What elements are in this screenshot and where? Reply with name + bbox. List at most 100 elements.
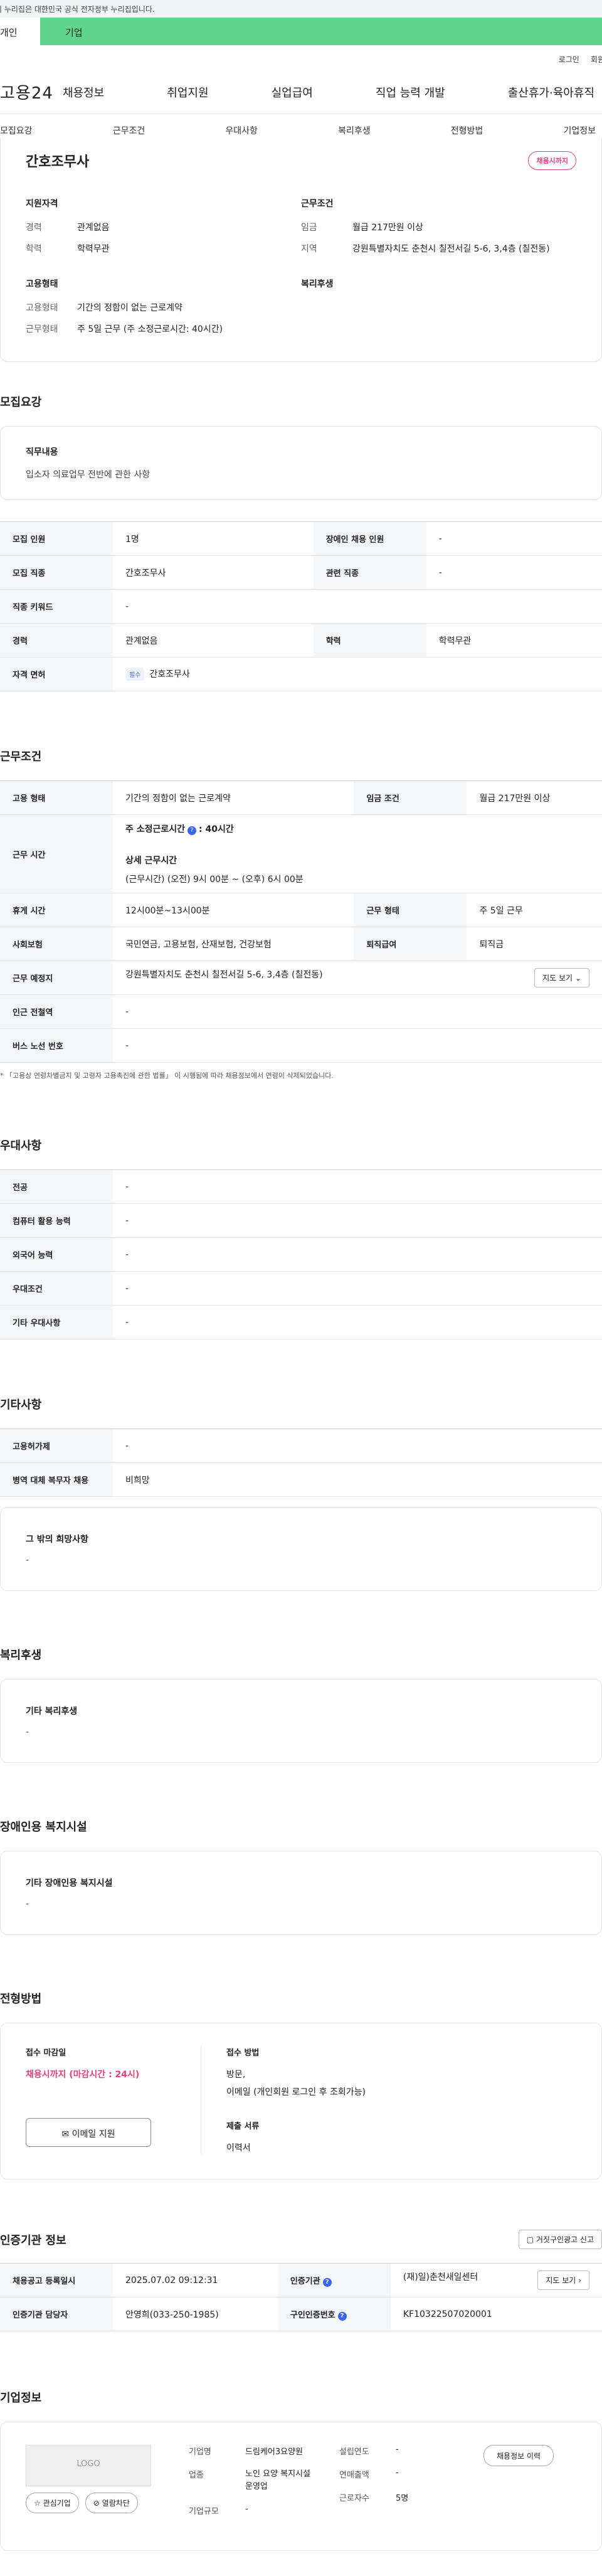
gnb-support[interactable]: 취업지원 [167,84,208,100]
map-button-label: 지도 보기 [542,974,573,982]
table-row: 채용공고 등록일시 2025.07.02 09:12:31 인증기관? (재)일)춘천… [0,2263,602,2297]
star-icon: ☆ [34,2499,41,2508]
subnav-company[interactable]: 기업정보 [563,124,596,137]
cell-value: (재)일)춘천새일센터 지도 보기 › [390,2263,602,2297]
welfare-box: 기타 복리후생 - [0,1679,602,1763]
duty-text: 입소자 의료업무 전반에 관한 사항 [26,470,150,480]
cell-value: 주 소정근로시간?: 40시간 상세 근무시간 (근무시간) (오전) 9시 0… [113,814,602,893]
etc-title: 기타사항 [0,1398,42,1412]
job-history-button[interactable]: 채용정보 이력 [483,2445,554,2466]
subnav-recruit[interactable]: 모집요강 [0,124,33,137]
tab-personal[interactable]: 개인 [0,18,40,45]
subnav-work[interactable]: 근무조건 [113,124,145,137]
hours-val: : 40시간 [199,824,234,834]
email-apply-button[interactable]: ✉ 이메일 지원 [26,2118,151,2147]
info-icon[interactable]: ? [187,826,197,835]
cell-value: 비희망 [113,1462,602,1497]
deadline-value: 채용시까지 (마감시간 : 24시) [26,2070,140,2080]
table-row: 직종 키워드 - [0,589,602,624]
tab-company[interactable]: 기업 [40,18,83,45]
table-row: 버스 노선 번호 - [0,1028,602,1063]
work-table: 고용 형태 기간의 정함이 없는 근로계약 임금 조건 월급 217만원 이상 근무 … [0,780,602,1063]
map-button[interactable]: 지도 보기 ⌄ [534,968,589,987]
apply-title: 전형방법 [0,1993,42,2006]
cell-value: - [113,994,602,1029]
cell-value: - [426,555,602,590]
cell-label: 사회보험 [0,927,113,961]
gnb-jobs[interactable]: 채용정보 [63,84,104,100]
age-note: * 「고용상 연령차별금지 및 고령자 고용촉진에 관한 법률」 이 시행됨에 … [0,1072,334,1080]
cell-label: 고용 형태 [0,780,113,815]
doc-icon: ▢ [526,2235,534,2244]
etc-box-value: - [26,1555,29,1565]
info-icon[interactable]: ? [322,2277,332,2287]
cell-label: 버스 노선 번호 [0,1028,113,1063]
company-title: 기업정보 [0,2392,42,2405]
table-row: 경력 관계없음 학력 학력무관 [0,623,602,657]
cell-value: 기간의 정함이 없는 근로계약 [113,780,354,815]
agency-title: 인증기관 정보 [0,2233,66,2247]
gnb-leave[interactable]: 출산휴가·육아휴직 [508,84,594,100]
location-value: 강원특별자치도 춘천시 칠전서길 5-6, 3,4층 (칠전동) [125,970,323,980]
table-row: 우대조건 - [0,1271,602,1306]
work-heading: 근무조건 [301,199,334,209]
cell-label: 구인인증번호? [277,2297,391,2331]
cell-label: 고용허가제 [0,1429,113,1463]
chevron-down-icon: ⌄ [574,974,581,982]
kv-value: 강원특별자치도 춘천시 칠전서길 5-6, 3,4층 (칠전동) [352,244,550,254]
welfare-heading: 복리후생 [301,279,334,289]
industry-label: 업종 [189,2471,204,2480]
site-logo[interactable]: 고용24 [0,80,63,104]
work-title: 근무조건 [0,750,42,764]
table-row: 근무 예정지 강원특별자치도 춘천시 칠전서길 5-6, 3,4층 (칠전동) 지도… [0,961,602,995]
gov-banner: 이 누리집은 대한민국 공식 전자정부 누리집입니다. [0,0,602,18]
cell-label: 임금 조건 [354,780,467,815]
subnav-welfare[interactable]: 복리후생 [338,124,371,137]
cell-label: 근무 시간 [0,814,113,893]
cell-label: 인근 전철역 [0,994,113,1029]
cell-value: - [113,1305,602,1339]
gnb-training[interactable]: 직업 능력 개발 [376,84,445,100]
method-2: 이메일 (개인회원 로그인 후 조회가능) [226,2087,366,2097]
favorite-company-button[interactable]: ☆ 관심기업 [26,2493,79,2513]
industry-value: 노인 요양 복지시설 운영업 [245,2469,310,2491]
signup-link[interactable]: 회원가입 [591,54,602,65]
block-button[interactable]: ⊘ 열람차단 [85,2493,138,2513]
agency-map-button[interactable]: 지도 보기 › [537,2270,589,2290]
hours-detail: (근무시간) (오전) 9시 00분 ~ (오후) 6시 00분 [125,875,304,885]
report-fake-ad-button[interactable]: ▢ 거짓구인광고 신고 [518,2230,602,2249]
welfare-box-value: - [26,1727,29,1737]
job-title: 간호조무사 [26,154,90,170]
subnav-apply[interactable]: 전형방법 [451,124,483,137]
cell-label: 관련 직종 [313,555,426,590]
kv-label: 경력 [26,223,42,233]
cell-label: 기타 우대사항 [0,1305,113,1339]
cell-value: - [113,1203,602,1238]
cell-label: 학력 [313,623,426,657]
login-link[interactable]: 로그인 [559,55,579,64]
kv-label: 고용형태 [26,303,58,313]
docs-label: 제출 서류 [226,2122,260,2131]
cell-value: 월급 217만원 이상 [467,780,602,815]
cell-value: KF10322507020001 [390,2297,602,2331]
info-icon[interactable]: ? [337,2311,347,2321]
email-apply-label: 이메일 지원 [71,2129,115,2139]
cell-value: - [113,1237,602,1272]
chevron-right-icon: › [578,2276,581,2285]
year-label: 설립연도 [339,2447,369,2457]
sales-value: - [396,2468,399,2478]
cell-label: 전공 [0,1169,113,1204]
cell-label: 자격 면허 [0,657,113,691]
qual-heading: 지원자격 [26,199,58,209]
table-row: 사회보험 국민연금, 고용보험, 산재보험, 건강보험 퇴직급여 퇴직금 [0,927,602,961]
pref-title: 우대사항 [0,1139,42,1152]
table-row: 모집 직종 간호조무사 관련 직종 - [0,555,602,590]
gnb-benefit[interactable]: 실업급여 [272,84,313,100]
company-name: 드림케어3요양원 [245,2447,303,2457]
cell-value: - [426,521,602,556]
docs-value: 이력서 [226,2143,251,2153]
subnav-pref[interactable]: 우대사항 [225,124,258,137]
deadline-label: 접수 마감일 [26,2048,66,2058]
agency-map-label: 지도 보기 [546,2276,576,2285]
kv-value: 학력무관 [77,244,110,254]
